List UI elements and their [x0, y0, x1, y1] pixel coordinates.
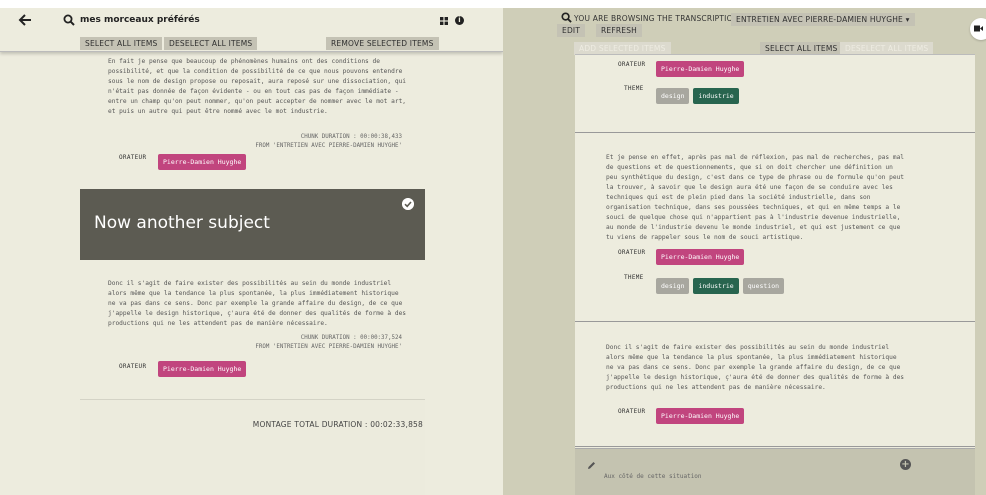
theme-tag-question[interactable]: question — [742, 278, 785, 294]
theme-label: THEME — [624, 85, 644, 92]
pencil-icon — [588, 462, 595, 469]
chunk-duration: CHUNK DURATION : 00:00:38,433 FROM 'ENTR… — [255, 133, 402, 151]
browsing-label: YOU ARE BROWSING THE TRANSCRIPTION : — [574, 14, 744, 23]
orator-label: ORATEUR — [618, 61, 646, 68]
transcript-chunk-text: Donc il s'agit de faire exister des poss… — [606, 344, 905, 391]
chunk-duration-value: CHUNK DURATION : 00:00:38,433 — [300, 134, 402, 140]
deselect-all-button[interactable]: DESELECT ALL ITEMS — [164, 37, 258, 50]
theme-tag-industrie[interactable]: industrie — [693, 278, 739, 294]
transcript-chunk[interactable]: Et je pense en effet, après pas mal de r… — [575, 132, 975, 322]
remove-selected-button[interactable]: REMOVE SELECTED ITEMS — [326, 37, 439, 50]
add-icon[interactable]: + — [900, 459, 911, 470]
montage-chunk-text: Donc il s'agit de faire exister des poss… — [108, 280, 407, 327]
montage-title[interactable]: mes morceaux préférés — [80, 15, 200, 25]
transcript-list: ORATEUR Pierre-Damien Huyghe THEME desig… — [575, 54, 975, 495]
note-input[interactable]: Aux côté de cette situation — [604, 473, 702, 480]
camera-toggle-button[interactable] — [970, 18, 986, 40]
transcript-chunk[interactable]: ORATEUR Pierre-Damien Huyghe THEME desig… — [575, 55, 975, 133]
orator-tag[interactable]: Pierre-Damien Huyghe — [656, 249, 745, 265]
transcript-chunk[interactable]: Donc il s'agit de faire exister des poss… — [575, 322, 975, 447]
select-all-button[interactable]: SELECT ALL ITEMS — [80, 37, 163, 50]
theme-tag-design[interactable]: design — [656, 88, 690, 104]
montage-footer: MONTAGE TOTAL DURATION : 00:02:33,858 — [80, 399, 425, 495]
subject-block[interactable]: Now another subject — [80, 189, 425, 260]
transcription-pane: YOU ARE BROWSING THE TRANSCRIPTION : ENT… — [503, 8, 986, 495]
chunk-source: FROM 'ENTRETIEN AVEC PIERRE-DAMIEN HUYGH… — [255, 143, 402, 149]
theme-tags: design industrie — [656, 83, 743, 104]
orator-label: ORATEUR — [119, 154, 147, 161]
orator-tag[interactable]: Pierre-Damien Huyghe — [158, 154, 247, 170]
montage-chunk-text: En fait je pense que beaucoup de phénomè… — [108, 58, 407, 115]
camera-icon — [974, 25, 983, 32]
edit-button[interactable]: EDIT — [557, 24, 586, 37]
subject-title: Now another subject — [94, 213, 270, 233]
theme-tag-industrie[interactable]: industrie — [693, 88, 739, 104]
theme-tags: design industrie question — [656, 273, 788, 294]
transcription-select[interactable]: ENTRETIEN AVEC PIERRE-DAMIEN HUYGHE ▾ — [731, 13, 915, 26]
refresh-button[interactable]: REFRESH — [596, 24, 643, 37]
orator-label: ORATEUR — [618, 249, 646, 256]
check-icon[interactable] — [402, 198, 414, 210]
chunk-duration: CHUNK DURATION : 00:00:37,524 FROM 'ENTR… — [246, 334, 402, 352]
orator-label: ORATEUR — [119, 363, 147, 370]
theme-label: THEME — [624, 274, 644, 281]
montage-pane: mes morceaux préférés i SELECT ALL ITEMS… — [0, 8, 503, 495]
info-icon[interactable]: i — [455, 16, 464, 25]
search-icon[interactable] — [63, 14, 75, 26]
theme-tag-design[interactable]: design — [656, 278, 690, 294]
search-icon[interactable] — [561, 12, 572, 23]
montage-total-duration: MONTAGE TOTAL DURATION : 00:02:33,858 — [252, 420, 423, 429]
montage-header: mes morceaux préférés i SELECT ALL ITEMS… — [0, 8, 503, 52]
grid-icon[interactable] — [440, 17, 448, 25]
note-input-area[interactable]: Aux côté de cette situation + — [575, 448, 975, 495]
orator-label: ORATEUR — [618, 408, 646, 415]
orator-tag[interactable]: Pierre-Damien Huyghe — [656, 408, 745, 424]
chunk-duration-value: CHUNK DURATION : 00:00:37,524 — [300, 335, 402, 341]
orator-tag[interactable]: Pierre-Damien Huyghe — [158, 361, 247, 377]
transcript-chunk-text: Et je pense en effet, après pas mal de r… — [606, 154, 905, 241]
back-arrow-icon[interactable] — [18, 14, 32, 26]
chunk-source: FROM 'ENTRETIEN AVEC PIERRE-DAMIEN HUYGH… — [255, 344, 402, 350]
orator-tag[interactable]: Pierre-Damien Huyghe — [656, 61, 745, 77]
